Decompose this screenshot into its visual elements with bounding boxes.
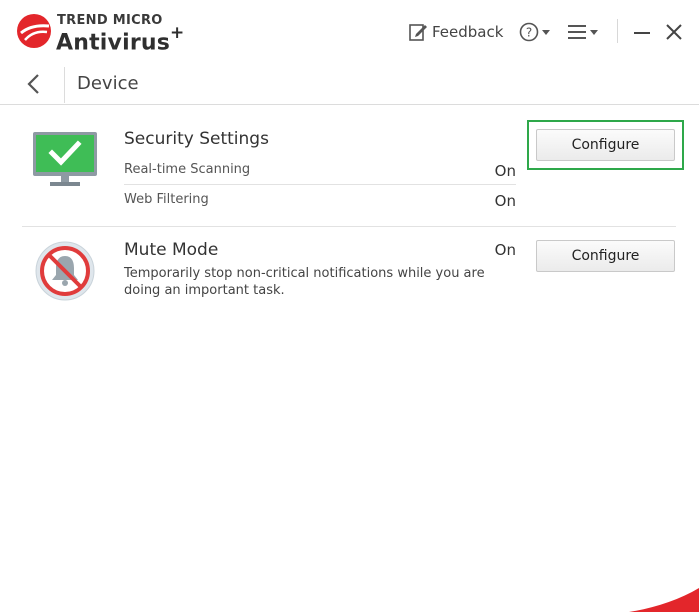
titlebar-divider: [617, 19, 618, 43]
trend-micro-logo: [17, 14, 51, 48]
title-bar: TREND MICRO Antivirus+ Feedback ?: [0, 0, 699, 64]
chevron-down-icon: [590, 29, 598, 35]
navigation-bar: Device: [0, 64, 699, 105]
close-icon[interactable]: [665, 22, 683, 42]
svg-text:?: ?: [526, 26, 532, 40]
chevron-down-icon: [542, 29, 550, 35]
mute-mode-title: Mute Mode: [124, 240, 219, 260]
hamburger-menu-icon: [568, 25, 586, 39]
feedback-button[interactable]: Feedback: [408, 20, 503, 44]
brand-corner-swoosh: [629, 588, 699, 612]
security-settings-title: Security Settings: [124, 129, 269, 149]
page-title: Device: [77, 73, 139, 94]
web-filtering-label: Web Filtering: [124, 192, 209, 207]
muted-bell-icon: [35, 241, 95, 301]
realtime-scanning-label: Real-time Scanning: [124, 162, 251, 177]
mute-mode-description: Temporarily stop non-critical notificati…: [124, 266, 485, 298]
web-filtering-status: On: [494, 192, 516, 210]
feedback-edit-icon: [409, 24, 427, 41]
brand-product-name: Antivirus: [56, 30, 171, 56]
nav-divider: [64, 67, 65, 103]
monitor-check-icon: [33, 132, 97, 186]
mute-configure-button[interactable]: Configure: [536, 240, 675, 272]
question-circle-icon: ?: [519, 22, 539, 42]
realtime-scanning-status: On: [494, 162, 516, 180]
row-divider: [124, 184, 516, 185]
help-menu-button[interactable]: ?: [519, 20, 550, 44]
feedback-label: Feedback: [432, 23, 504, 41]
minimize-icon[interactable]: [633, 22, 651, 42]
section-divider: [22, 226, 676, 227]
back-arrow-icon[interactable]: [22, 72, 46, 96]
brand-product: Antivirus+: [56, 23, 185, 56]
brand-product-suffix: +: [170, 23, 185, 43]
mute-mode-status: On: [494, 241, 516, 259]
security-configure-button[interactable]: Configure: [536, 129, 675, 161]
main-menu-button[interactable]: [567, 20, 598, 44]
